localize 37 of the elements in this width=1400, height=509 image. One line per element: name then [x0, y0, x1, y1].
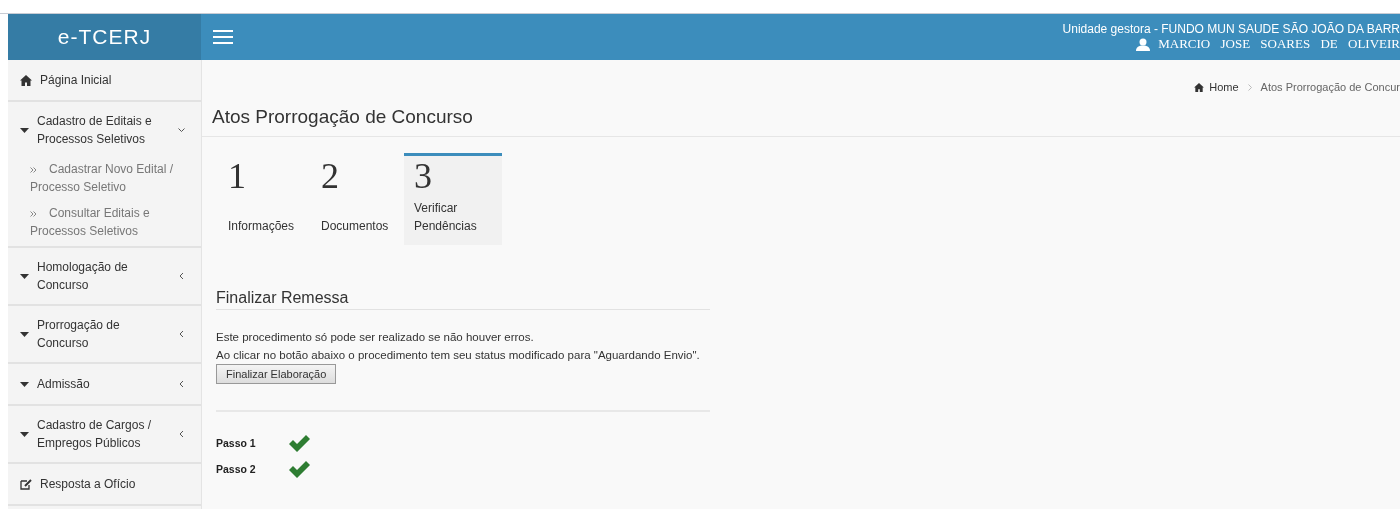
double-chevron-icon [30, 210, 37, 217]
sidebar-item[interactable]: Cadastro de Editais e Processos Seletivos [8, 102, 201, 158]
logo-text[interactable]: e-TCERJ [8, 14, 201, 60]
sidebar-item[interactable]: Página Inicial [8, 60, 201, 100]
step-tab[interactable]: 3 Verificar Pendências [404, 153, 502, 245]
step-label: Passo 2 [216, 463, 257, 475]
sidebar-item[interactable]: Resposta a Ofício [8, 464, 201, 504]
sidebar-item[interactable]: Admissão [8, 364, 201, 404]
edit-icon [20, 478, 32, 490]
user-name[interactable]: MARCIO JOSE SOARES DE OLIVEIR [1158, 36, 1400, 52]
submenu-item[interactable]: Consultar Editais e Processos Seletivos [8, 202, 201, 246]
chevron-right-icon [1247, 83, 1252, 91]
step-label: Passo 1 [216, 437, 257, 449]
unit-label: Unidade gestora - FUNDO MUN SAUDE SÃO JOÃO DA BARR [1062, 22, 1400, 36]
info-text: Ao clicar no botão abaixo o procedimento tem seu status modificado para "Aguardando Envio". [216, 348, 701, 363]
breadcrumb-link[interactable]: Home [1209, 81, 1239, 93]
sidebar-item[interactable]: Prorrogação de Concurso [8, 306, 201, 362]
step-tab[interactable]: 2 Documentos [311, 153, 399, 245]
caret-icon [20, 431, 29, 437]
section-title: Finalizar Remessa [216, 289, 710, 310]
caret-icon [20, 273, 29, 279]
caret-icon [20, 331, 29, 337]
finalize-button[interactable]: Finalizar Elaboração [216, 364, 337, 384]
home-icon [20, 74, 32, 86]
menu-icon[interactable] [213, 30, 233, 44]
sidebar-item[interactable]: Cadastro de Cargos / Empregos Públicos [8, 406, 201, 462]
home-icon [1194, 82, 1205, 92]
submenu-item[interactable]: Cadastrar Novo Edital / Processo Seletivo [8, 158, 201, 202]
breadcrumb-current: Atos Prorrogação de Concur [1260, 81, 1400, 93]
double-chevron-icon [30, 166, 37, 173]
info-text: Este procedimento só pode ser realizado se não houver erros. [216, 330, 535, 345]
user-icon [1136, 37, 1151, 51]
step-tab[interactable]: 1 Informações [218, 153, 306, 245]
page-title: Atos Prorrogação de Concurso [202, 106, 1400, 137]
caret-icon [20, 127, 29, 133]
caret-icon [20, 381, 29, 387]
sidebar-item[interactable]: Homologação de Concurso [8, 248, 201, 304]
